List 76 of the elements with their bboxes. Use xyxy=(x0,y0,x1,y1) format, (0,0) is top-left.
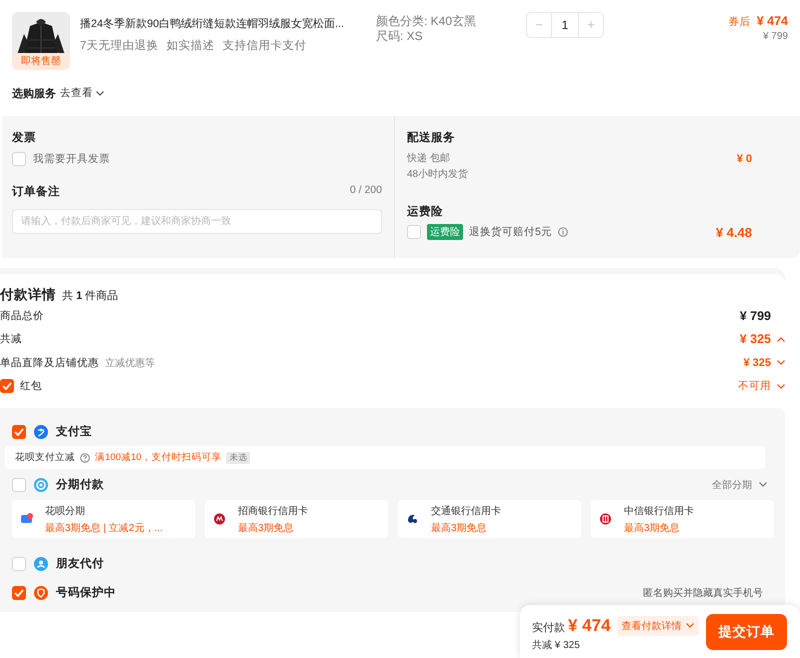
view-services-link[interactable]: 去查看 xyxy=(60,86,104,100)
price-label: 券后 xyxy=(728,15,751,29)
price-row-label: 红包 xyxy=(20,379,42,394)
price-row-value: ¥ 799 xyxy=(740,308,771,323)
insurance-description: 退换货可赔付5元 xyxy=(469,225,552,239)
note-input-field[interactable]: 请输入，付款后商家可见，建议和商家协商一致 xyxy=(13,210,381,233)
price-row-note: 立减优惠等 xyxy=(105,356,155,370)
delivery-time: 48小时内发货 xyxy=(407,168,468,182)
option-offer: 最高3期免息 | 立减2元，... xyxy=(45,522,163,535)
option-name: 招商银行信用卡 xyxy=(238,504,308,518)
price-row-label: 商品总价 xyxy=(0,308,44,323)
total-amount: ¥ 474 xyxy=(568,616,611,636)
option-offer: 最高3期免息 xyxy=(624,522,681,535)
card-logo-icon xyxy=(20,512,33,525)
insurance-price: ¥ 4.48 xyxy=(716,224,752,240)
price-row-value: 不可用 xyxy=(738,379,771,394)
stock-badge: 即将售罄 xyxy=(12,53,70,70)
invoice-title: 发票 xyxy=(12,130,37,145)
invoice-option: 我需要开具发票 xyxy=(33,152,110,166)
chevron-icon xyxy=(759,482,767,487)
checkbox[interactable] xyxy=(12,586,26,600)
payment-method-label[interactable]: 分期付款 xyxy=(56,477,104,492)
alipay-icon xyxy=(34,424,48,438)
chevron-icon xyxy=(686,623,694,628)
discount-summary: 共减 ¥ 325 xyxy=(532,638,581,652)
payment-method-label[interactable]: 号码保护中 xyxy=(56,585,116,600)
insurance-title: 运费险 xyxy=(407,204,444,219)
info-icon xyxy=(558,227,568,237)
service-tag: 支持信用卡支付 xyxy=(222,38,306,53)
insurance-badge: 运费险 xyxy=(427,224,463,240)
bank-logo-icon xyxy=(406,512,419,525)
option-name: 交通银行信用卡 xyxy=(431,504,501,518)
original-price: ¥ 799 xyxy=(762,31,788,42)
item-count: 共 1 件商品 xyxy=(62,288,118,303)
all-installments-link[interactable]: 全部分期 xyxy=(706,476,773,492)
number-protection-hint: 匿名购买并隐藏真实手机号 xyxy=(643,586,763,600)
bank-logo-icon xyxy=(213,512,226,525)
promo-tag: 未选 xyxy=(226,452,250,464)
installment-option-card[interactable]: 花呗分期 最高3期免息 | 立减2元，... xyxy=(12,500,195,538)
delivery-title: 配送服务 xyxy=(407,130,456,145)
option-offer: 最高3期免息 xyxy=(431,522,488,535)
delivery-price: ¥ 0 xyxy=(736,153,752,165)
payment-method-label[interactable]: 支付宝 xyxy=(56,424,92,439)
services-label: 选购服务 xyxy=(12,86,56,100)
quantity-value[interactable]: 1 xyxy=(551,13,579,37)
installment-option-card[interactable]: 中信银行信用卡 最高3期免息 xyxy=(591,500,774,538)
installment-option-card[interactable]: 交通银行信用卡 最高3期免息 xyxy=(398,500,581,538)
option-name: 中信银行信用卡 xyxy=(624,504,694,518)
price-row-label: 单品直降及店铺优惠 xyxy=(0,356,99,370)
ring-icon xyxy=(34,478,48,492)
price: ¥ 474 xyxy=(756,14,788,28)
note-title: 订单备注 xyxy=(12,184,60,199)
installment-option-card[interactable]: 招商银行信用卡 最高3期免息 xyxy=(205,500,388,538)
help-icon xyxy=(80,452,90,462)
price-row-label: 共减 xyxy=(0,332,22,346)
chevron-icon xyxy=(96,90,104,96)
option-name: 花呗分期 xyxy=(45,504,86,518)
option-offer: 最高3期免息 xyxy=(238,522,295,535)
total-label: 实付款 xyxy=(532,620,565,634)
product-spec: 颜色分类: K40玄黑 xyxy=(376,14,478,29)
bank-logo-icon xyxy=(599,512,612,525)
product-title[interactable]: 播24冬季新款90白鸭绒绗缝短款连帽羽绒服女宽松面... xyxy=(80,17,344,32)
price-row-value: ¥ 325 xyxy=(743,356,771,369)
checkbox[interactable] xyxy=(0,379,14,394)
service-tag: 7天无理由退换 xyxy=(80,38,158,53)
char-counter: 0 / 200 xyxy=(350,184,382,198)
person-icon xyxy=(34,556,48,570)
shield-icon xyxy=(34,586,48,600)
promo-text: 满100减10，支付时扫码可享 xyxy=(95,451,222,464)
delivery-method: 快递 包邮 xyxy=(407,152,451,166)
payment-method-label[interactable]: 朋友代付 xyxy=(56,556,104,571)
price-row-value: ¥ 325 xyxy=(740,332,771,346)
promo-label: 花呗支付立减 xyxy=(15,451,75,464)
product-spec: 尺码: XS xyxy=(376,29,424,44)
service-tag: 如实描述 xyxy=(166,38,214,53)
checkbox[interactable] xyxy=(12,424,26,438)
